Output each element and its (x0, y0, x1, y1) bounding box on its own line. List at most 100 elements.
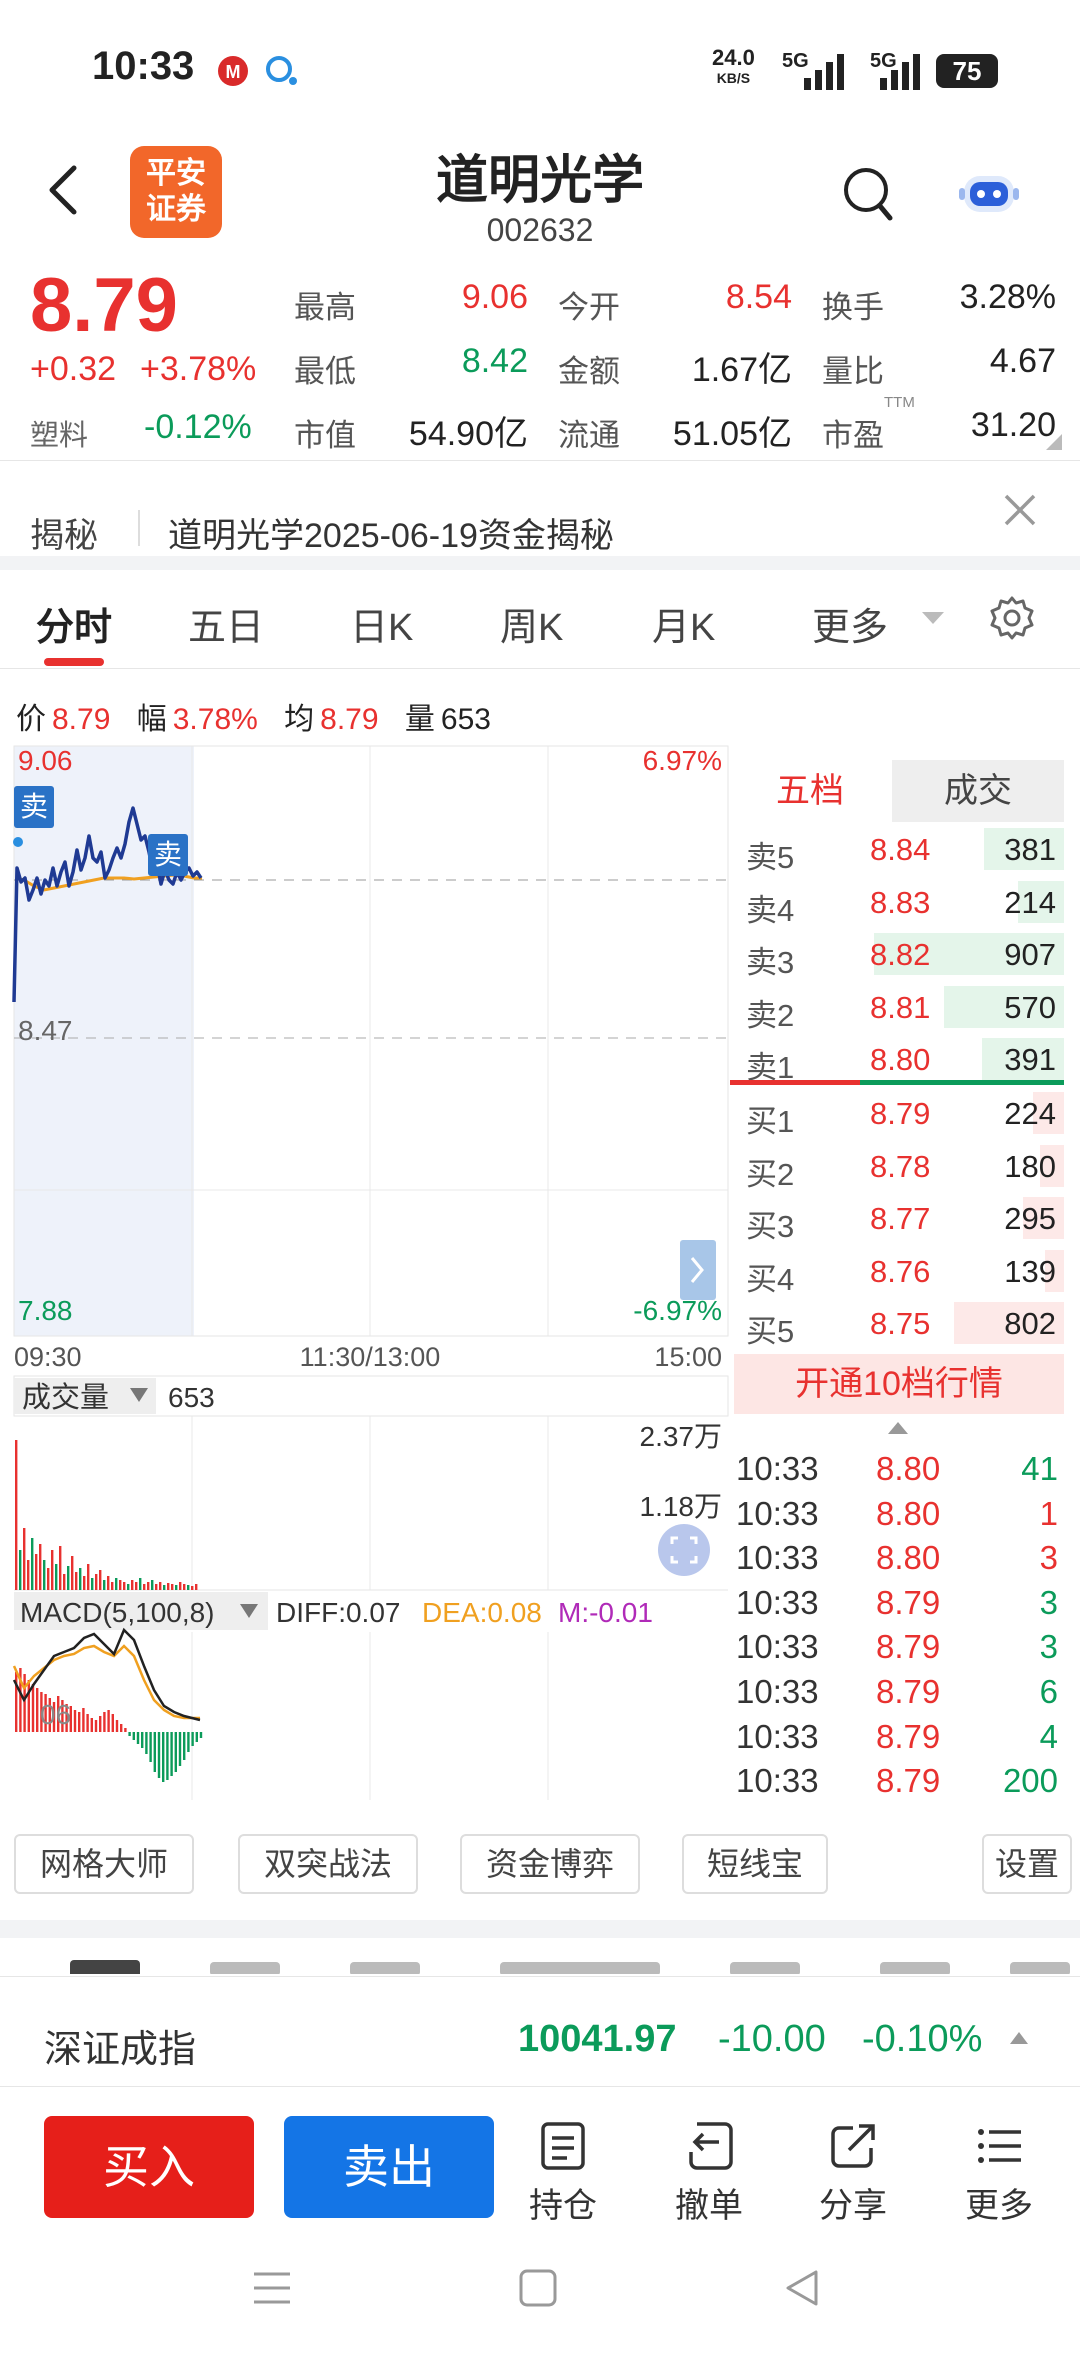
macd-bar (86, 1714, 89, 1732)
quote-amount: 1.67亿 (691, 351, 792, 389)
buy-button[interactable]: 买入 (44, 2116, 254, 2218)
macd-bar (153, 1732, 156, 1772)
quote-label: 流通 (558, 418, 620, 453)
macd-bar (199, 1732, 203, 1738)
menu-icon (978, 2129, 1021, 2163)
macd-bar (183, 1732, 186, 1760)
volume-bar (43, 1560, 46, 1590)
share-icon (831, 2124, 875, 2168)
macd-label: MACD(5,100,8) (20, 1597, 215, 1628)
tool-grid-master[interactable]: 网格大师 (14, 1834, 194, 1894)
volume-bar (23, 1528, 26, 1590)
ask-row[interactable]: 卖2 8.81 570 (738, 982, 1064, 1033)
quote-float-cap: 51.05亿 (672, 415, 792, 453)
home-icon[interactable] (518, 2268, 558, 2308)
open-level10-button[interactable]: 开通10档行情 (734, 1354, 1064, 1414)
more-button[interactable]: 更多 (944, 2120, 1054, 2227)
macd-bar (195, 1732, 198, 1742)
ask-row[interactable]: 卖5 8.84 381 (738, 824, 1064, 875)
volume-bar (147, 1582, 150, 1590)
bid-row[interactable]: 买3 8.77 295 (738, 1193, 1064, 1244)
intraday-chart[interactable]: 卖 卖 9.06 6.97% 8.47 7.88 -6.97% 09:30 11… (0, 740, 730, 1820)
tool-double-break[interactable]: 双突战法 (238, 1834, 418, 1894)
sector-change[interactable]: -0.12% (144, 408, 252, 447)
macd-bar (132, 1732, 135, 1740)
index-value: 10041.97 (518, 2018, 677, 2060)
tab-five-day[interactable]: 五日 (188, 596, 264, 651)
network-speed: 24.0 KB/S (712, 45, 755, 87)
time-mid: 11:30/13:00 (300, 1342, 441, 1372)
volume-bar (167, 1583, 170, 1590)
ask-row[interactable]: 卖1 8.80 391 (738, 1034, 1064, 1085)
macd-m: M:-0.01 (558, 1597, 653, 1628)
ask-row[interactable]: 卖4 8.83 214 (738, 877, 1064, 928)
cancel-order-button[interactable]: 撤单 (654, 2120, 764, 2227)
chevron-up-icon[interactable] (886, 1420, 910, 1436)
close-icon[interactable] (1000, 490, 1040, 530)
share-button[interactable]: 分享 (798, 2120, 908, 2227)
volume-bar (179, 1582, 182, 1590)
volume-bar (59, 1546, 62, 1590)
volume-bar (87, 1564, 90, 1590)
gear-icon[interactable] (988, 594, 1036, 642)
bid-row[interactable]: 买1 8.79 224 (738, 1088, 1064, 1139)
quote-high: 9.06 (461, 278, 528, 316)
corner-triangle-icon (1046, 434, 1062, 450)
sell-badge-1: 卖 (20, 790, 48, 823)
signal-icon (880, 54, 920, 90)
ask-row[interactable]: 卖3 8.82 907 (738, 929, 1064, 980)
reveal-link[interactable]: 道明光学2025-06-19资金揭秘 (168, 508, 614, 557)
tool-short-line[interactable]: 短线宝 (682, 1834, 828, 1894)
macd-bar (120, 1724, 123, 1732)
tool-settings[interactable]: 设置 (982, 1834, 1072, 1894)
search-icon[interactable] (840, 164, 896, 224)
back-nav-icon[interactable] (784, 2268, 820, 2308)
recent-apps-icon[interactable] (252, 2270, 292, 2306)
quote-pe: 31.20 (970, 406, 1056, 444)
chevron-up-icon[interactable] (1008, 2030, 1030, 2046)
volume-bar (91, 1578, 94, 1590)
tool-capital-game[interactable]: 资金博弈 (460, 1834, 640, 1894)
volume-bar (51, 1550, 54, 1590)
macd-bar (27, 1680, 30, 1732)
fullscreen-button[interactable] (658, 1524, 710, 1576)
volume-bar (159, 1582, 162, 1590)
macd-bar (111, 1714, 114, 1732)
bid-row[interactable]: 买4 8.76 139 (738, 1246, 1064, 1297)
bid-row[interactable]: 买2 8.78 180 (738, 1141, 1064, 1192)
quote-label: 最低 (294, 354, 356, 389)
sell-button[interactable]: 卖出 (284, 2116, 494, 2218)
undo-icon (689, 2122, 733, 2170)
ai-assistant-icon[interactable] (958, 168, 1020, 218)
macd-bar (82, 1708, 85, 1732)
volume-bar (95, 1574, 98, 1590)
tab-weekly-k[interactable]: 周K (500, 596, 563, 651)
hold-button[interactable]: 持仓 (508, 2120, 618, 2227)
bid-row[interactable]: 买5 8.75 802 (738, 1298, 1064, 1349)
macd-bar (31, 1684, 35, 1732)
macd-bar (94, 1720, 98, 1732)
tab-monthly-k[interactable]: 月K (652, 596, 715, 651)
tab-trades[interactable]: 成交 (892, 760, 1064, 822)
macd-bar (107, 1710, 110, 1732)
tab-daily-k[interactable]: 日K (350, 596, 413, 651)
tab-order-book[interactable]: 五档 (730, 760, 890, 822)
index-name[interactable]: 深证成指 (44, 2018, 196, 2073)
volume-bar (79, 1568, 82, 1590)
volume-bar (175, 1585, 178, 1590)
tab-intraday[interactable]: 分时 (36, 596, 112, 651)
expand-tab[interactable] (680, 1240, 716, 1300)
volume-bar (163, 1585, 166, 1590)
macd-bar (90, 1718, 93, 1732)
sector-label[interactable]: 塑料 (30, 412, 88, 454)
macd-bar (149, 1732, 152, 1762)
quote-open: 8.54 (725, 278, 792, 316)
quote-label: 金额 (558, 354, 620, 389)
macd-bar (115, 1720, 119, 1732)
quote-label: 量比 (822, 354, 884, 389)
tab-more[interactable]: 更多 (812, 596, 888, 651)
svg-text:M: M (226, 62, 241, 82)
volume-bar (155, 1584, 158, 1590)
metro-app-icon: M (218, 56, 248, 86)
volume-value: 653 (168, 1382, 215, 1413)
